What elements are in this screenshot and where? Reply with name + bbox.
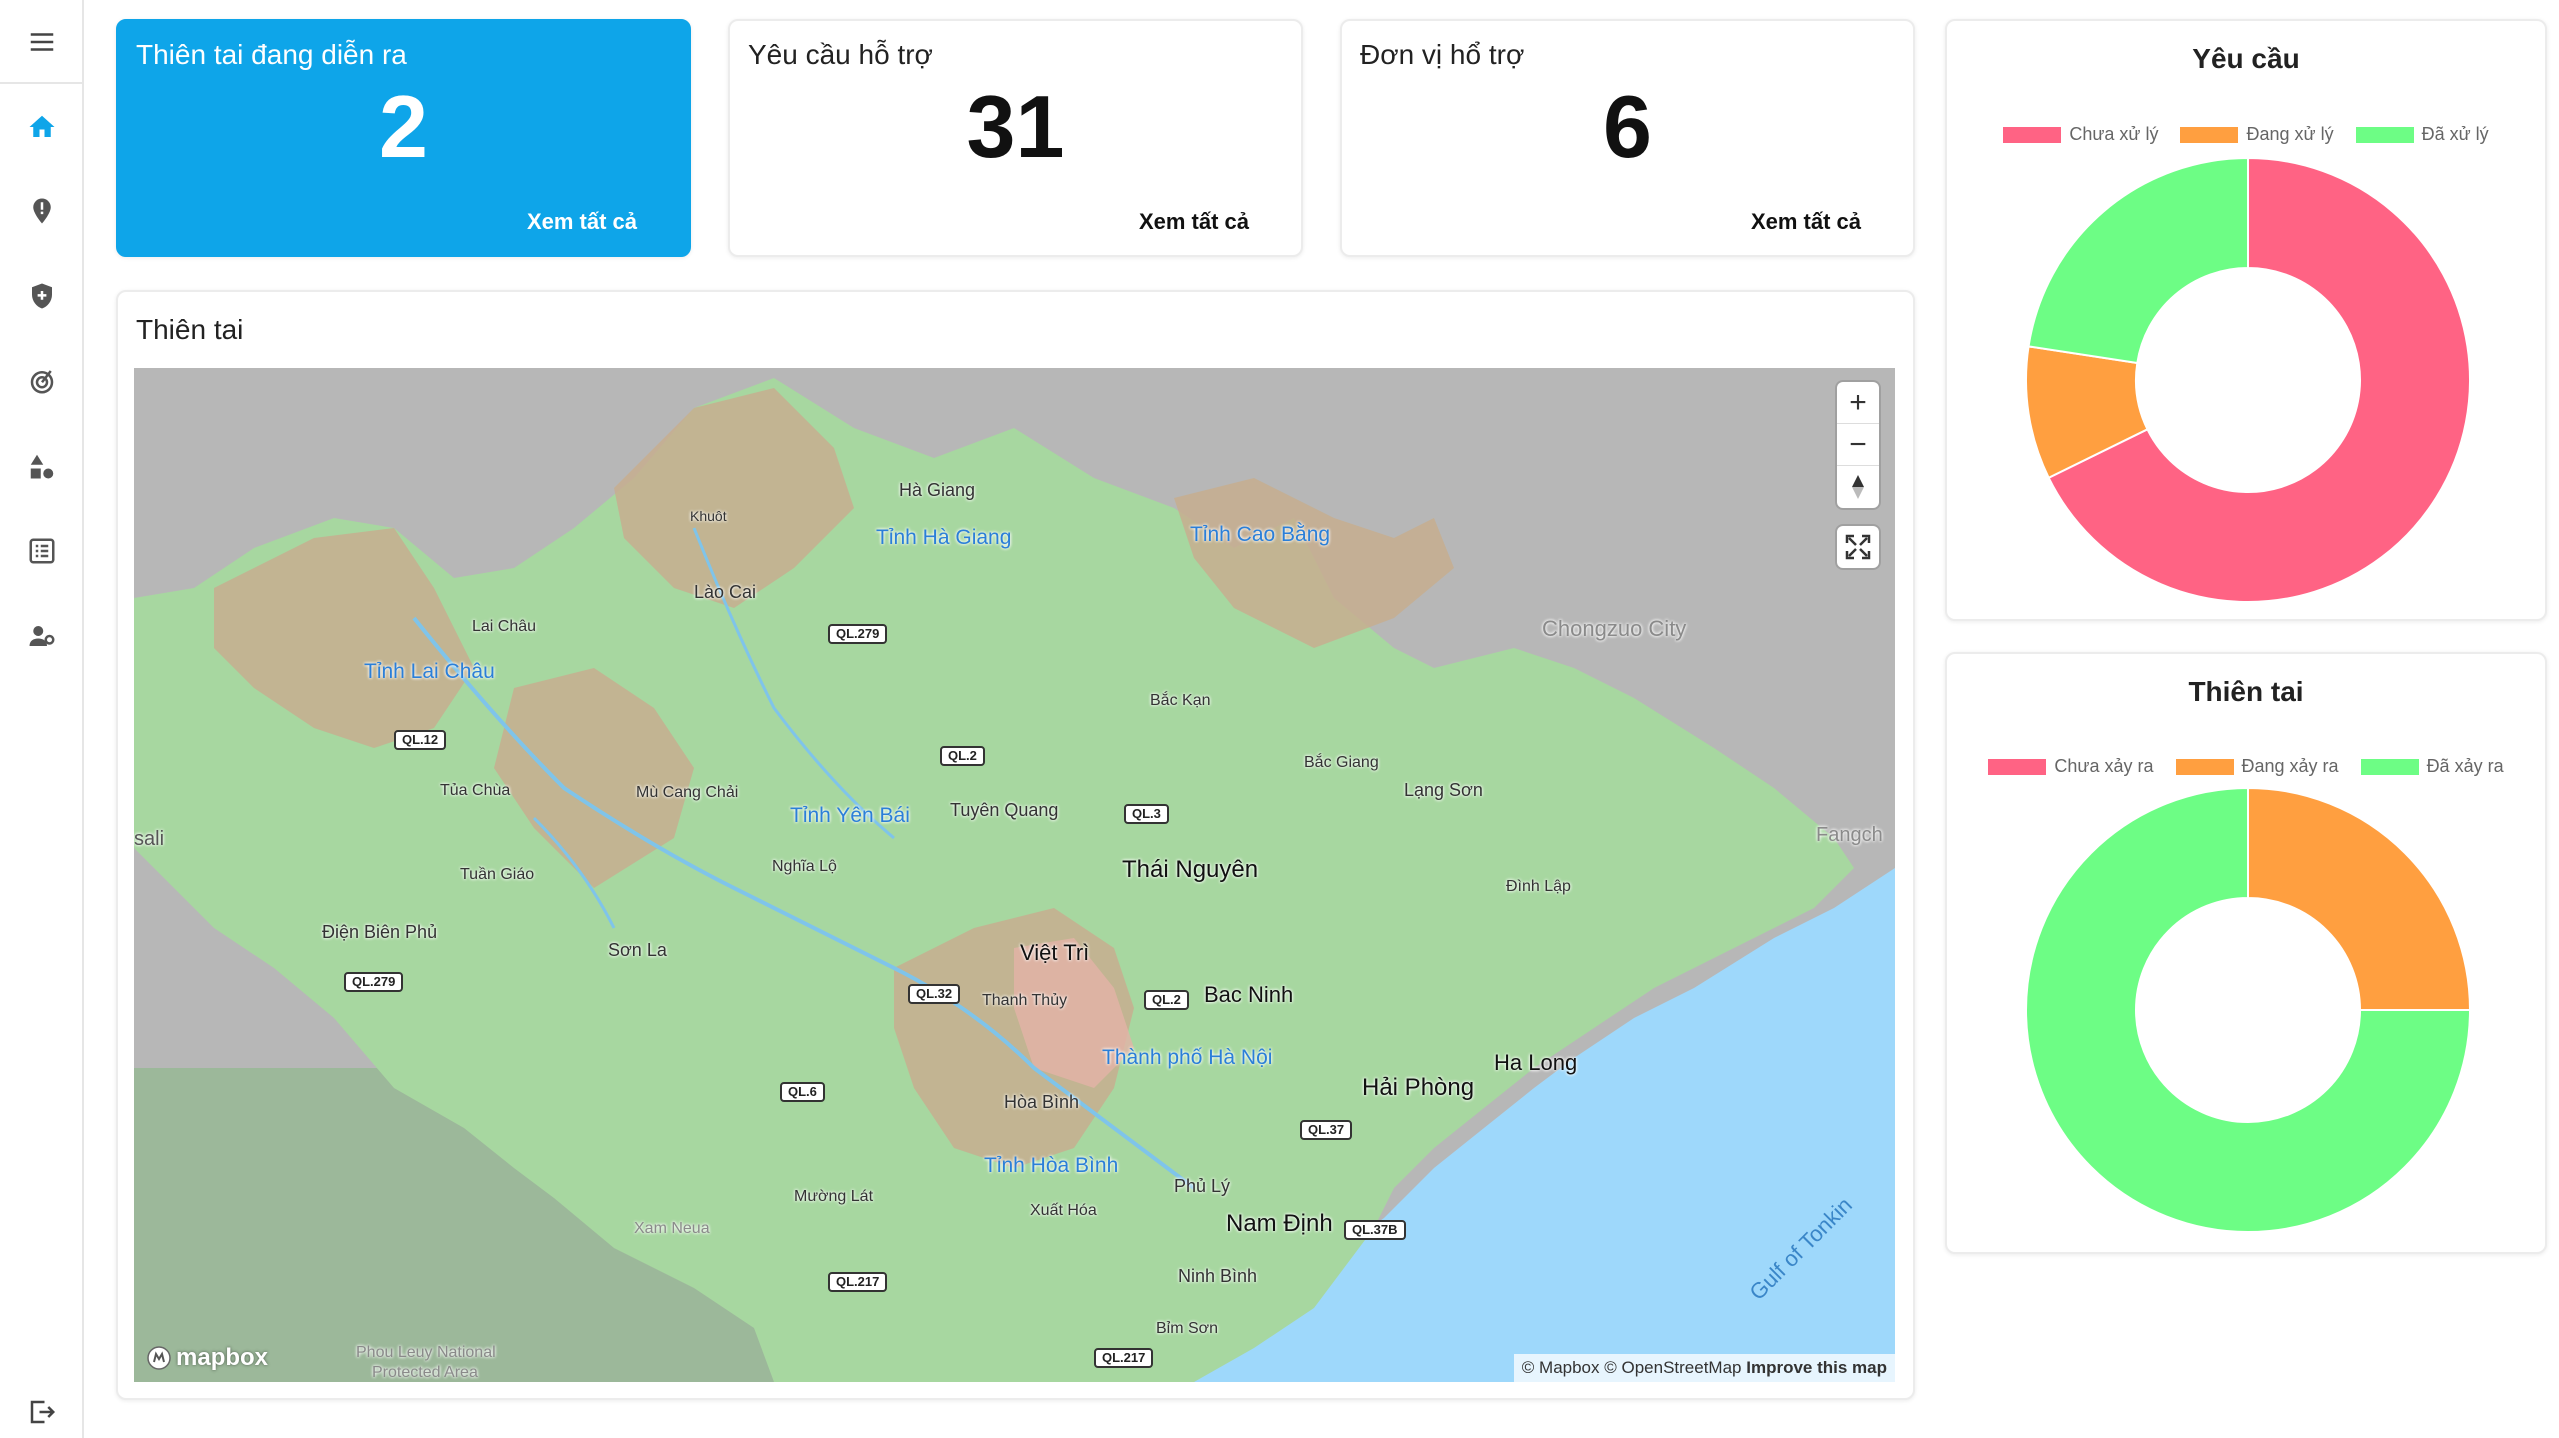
view-all-link[interactable]: Xem tất cả [1139, 209, 1249, 235]
logout-icon[interactable] [18, 1388, 66, 1436]
donut-slice-2[interactable] [2027, 156, 2249, 365]
improve-map-link[interactable]: Improve this map [1746, 1358, 1887, 1377]
disaster-map[interactable]: Hà Giang Tỉnh Hà Giang Tỉnh Cao Bằng Lào… [134, 368, 1895, 1382]
map-label: Đình Lập [1506, 878, 1571, 895]
road-shield: QL.279 [344, 972, 404, 992]
requests-donut-chart [2025, 156, 2471, 603]
road-shield: QL.2 [1144, 990, 1189, 1010]
map-label: Xam Neua [634, 1220, 710, 1237]
donut-slice-1[interactable] [2247, 786, 2472, 1011]
road-shield: QL.2 [940, 746, 985, 766]
map-label: Bỉm Sơn [1156, 1320, 1219, 1337]
road-shield: QL.6 [780, 1082, 825, 1102]
stat-value: 6 [1603, 77, 1652, 176]
map-label: Nam Định [1226, 1210, 1333, 1237]
map-section-title: Thiên tai [136, 314, 244, 345]
stat-value: 2 [379, 77, 428, 176]
map-label: Tủa Chùa [440, 782, 511, 799]
stat-card-ongoing-disasters[interactable]: Thiên tai đang diễn ra 2 Xem tất cả [116, 19, 691, 257]
disasters-donut-chart [2025, 786, 2472, 1233]
map-label: Xuất Hóa [1030, 1202, 1097, 1219]
fullscreen-icon[interactable] [1837, 526, 1879, 568]
mapbox-logo[interactable]: mapbox [146, 1344, 268, 1372]
map-label: Hà Giang [899, 480, 976, 500]
stat-card-support-requests[interactable]: Yêu cầu hỗ trợ 31 Xem tất cả [728, 19, 1303, 257]
stat-card-support-units[interactable]: Đơn vị hổ trợ 6 Xem tất cả [1340, 19, 1915, 257]
zoom-in-button[interactable]: + [1837, 382, 1879, 424]
stat-title: Đơn vị hổ trợ [1360, 39, 1525, 70]
road-shield: QL.217 [1094, 1348, 1154, 1368]
sidebar-divider [0, 82, 84, 84]
map-attribution: © Mapbox © OpenStreetMap Improve this ma… [1513, 1354, 1895, 1382]
shapes-icon[interactable] [18, 442, 66, 490]
map-label: sali [134, 828, 165, 850]
map-label: Fangch [1816, 824, 1883, 846]
compass-icon[interactable] [1837, 466, 1879, 508]
map-label: Tỉnh Cao Bằng [1190, 523, 1331, 546]
map-label: Thành phố Hà Nội [1102, 1046, 1273, 1069]
map-label: Ninh Bình [1178, 1266, 1258, 1286]
view-all-link[interactable]: Xem tất cả [527, 209, 637, 235]
road-shield: QL.3 [1124, 804, 1169, 824]
fullscreen-control [1837, 526, 1879, 568]
view-all-link[interactable]: Xem tất cả [1751, 209, 1861, 235]
map-label: Hải Phòng [1362, 1074, 1475, 1101]
road-shield: QL.32 [908, 984, 961, 1004]
map-label: Sơn La [608, 940, 667, 960]
stat-title: Yêu cầu hỗ trợ [748, 39, 933, 70]
map-base [134, 368, 1895, 1382]
road-shield: QL.279 [828, 624, 888, 644]
map-label: Tỉnh Hòa Bình [984, 1154, 1119, 1177]
road-shield: QL.217 [828, 1272, 888, 1292]
road-shield: QL.37B [1344, 1220, 1406, 1240]
map-label: Điện Biên Phủ [322, 922, 438, 942]
map-label: Mù Cang Chải [636, 784, 739, 801]
map-label: Hòa Bình [1004, 1092, 1080, 1112]
map-label: Nghĩa Lộ [772, 858, 837, 875]
mapbox-wordmark: mapbox [176, 1344, 269, 1371]
map-label: Tỉnh Hà Giang [876, 526, 1012, 549]
road-shield: QL.12 [394, 730, 447, 750]
map-label: Chongzuo City [1542, 616, 1687, 641]
map-zoom-controls: + − [1837, 382, 1879, 508]
menu-icon[interactable] [18, 18, 66, 66]
map-label: Tuyên Quang [950, 800, 1059, 820]
map-label: Tỉnh Yên Bái [790, 804, 910, 827]
map-label: Tuần Giáo [460, 866, 535, 883]
map-label: Lạng Sơn [1404, 780, 1483, 800]
map-label: Việt Trì [1020, 940, 1090, 965]
zoom-out-button[interactable]: − [1837, 424, 1879, 466]
map-label: Phou Leuy National [356, 1344, 496, 1361]
list-icon[interactable] [18, 527, 66, 575]
map-label: Thái Nguyên [1122, 856, 1259, 883]
mapbox-icon [147, 1346, 171, 1370]
requests-chart-card: Yêu cầu Chưa xử lý Đang xử lý Đã xử lý [1945, 19, 2547, 621]
map-label: Lai Châu [472, 618, 537, 635]
map-label: Bac Ninh [1204, 982, 1294, 1007]
map-label: Bắc Kạn [1150, 692, 1211, 709]
map-label: Lào Cai [694, 582, 757, 602]
alert-pin-icon[interactable] [18, 187, 66, 235]
map-label: Thanh Thủy [982, 992, 1068, 1009]
map-label: Mường Lát [794, 1188, 874, 1205]
stat-value: 31 [966, 77, 1065, 176]
user-settings-icon[interactable] [18, 612, 66, 660]
stat-title: Thiên tai đang diễn ra [136, 39, 407, 70]
map-label: Ha Long [1494, 1050, 1578, 1075]
sidebar [0, 0, 84, 1438]
target-icon[interactable] [18, 357, 66, 405]
map-label: Phủ Lý [1174, 1176, 1231, 1196]
disasters-chart-card: Thiên tai Chưa xảy ra Đang xảy ra Đã xảy… [1945, 652, 2547, 1254]
shield-plus-icon[interactable] [18, 272, 66, 320]
home-icon[interactable] [18, 103, 66, 151]
map-label: Protected Area [372, 1364, 478, 1381]
map-label: Tỉnh Lai Châu [364, 660, 495, 683]
road-shield: QL.37 [1300, 1120, 1353, 1140]
map-label: Khuôt [690, 508, 727, 524]
map-label: Bắc Giang [1304, 754, 1379, 771]
attribution-text[interactable]: © Mapbox © OpenStreetMap [1522, 1358, 1742, 1377]
